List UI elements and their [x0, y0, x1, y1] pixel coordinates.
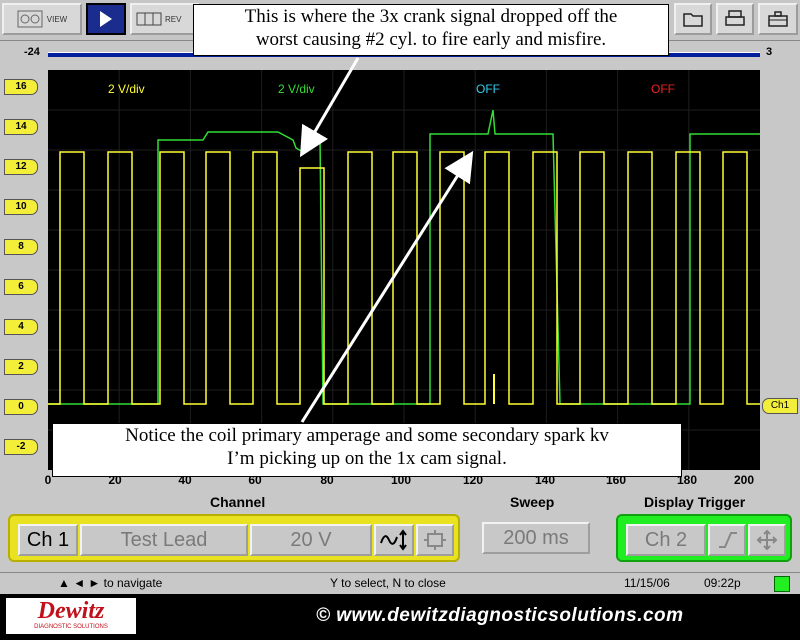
dewitz-logo: Dewitz DIAGNOSTIC SOLUTIONS	[6, 598, 136, 634]
trigger-slope-button[interactable]	[708, 524, 746, 556]
status-date: 11/15/06	[624, 576, 670, 590]
crosshair-move-icon	[756, 529, 778, 551]
channel-title: Channel	[210, 494, 266, 510]
move-icon	[424, 530, 446, 550]
waveform-coupling-icon	[380, 529, 407, 551]
bottom-callout-arrow	[300, 150, 474, 423]
footer-banner: Dewitz DIAGNOSTIC SOLUTIONS © www.dewitz…	[0, 594, 800, 640]
logo-subtext: DIAGNOSTIC SOLUTIONS	[34, 624, 108, 630]
top-annotation-line2: worst causing #2 cyl. to fire early and …	[255, 29, 607, 50]
copyright-url[interactable]: © www.dewitzdiagnosticsolutions.com	[316, 605, 684, 627]
rising-slope-icon	[719, 532, 737, 548]
navigate-hint: ▲ ◄ ► to navigate	[58, 576, 163, 590]
bottom-annotation: Notice the coil primary amperage and som…	[52, 423, 682, 477]
top-callout-arrow	[299, 57, 360, 158]
sweep-time-button[interactable]: 200 ms	[482, 522, 590, 554]
logo-text: Dewitz	[37, 598, 105, 624]
select-hint: Y to select, N to close	[330, 576, 446, 590]
status-time: 09:22p	[704, 576, 741, 590]
channel-select-button[interactable]: Ch 1	[18, 524, 78, 556]
coupling-button[interactable]	[374, 524, 414, 556]
voltage-range-button[interactable]: 20 V	[250, 524, 372, 556]
test-lead-button[interactable]: Test Lead	[80, 524, 248, 556]
battery-indicator	[774, 576, 790, 592]
bottom-annotation-line2: I’m picking up on the 1x cam signal.	[227, 448, 507, 469]
top-annotation: This is where the 3x crank signal droppe…	[193, 4, 669, 56]
channel-position-button[interactable]	[416, 524, 454, 556]
trigger-channel-button[interactable]: Ch 2	[626, 524, 706, 556]
bottom-annotation-line1: Notice the coil primary amperage and som…	[125, 425, 609, 446]
trigger-position-button[interactable]	[748, 524, 786, 556]
trigger-controls: Ch 2	[616, 514, 792, 562]
status-bar: ▲ ◄ ► to navigate Y to select, N to clos…	[0, 572, 800, 593]
sweep-title: Sweep	[510, 494, 555, 510]
top-annotation-line1: This is where the 3x crank signal droppe…	[244, 6, 618, 27]
channel-controls: Ch 1 Test Lead 20 V	[8, 514, 460, 562]
display-trigger-title: Display Trigger	[644, 494, 746, 510]
